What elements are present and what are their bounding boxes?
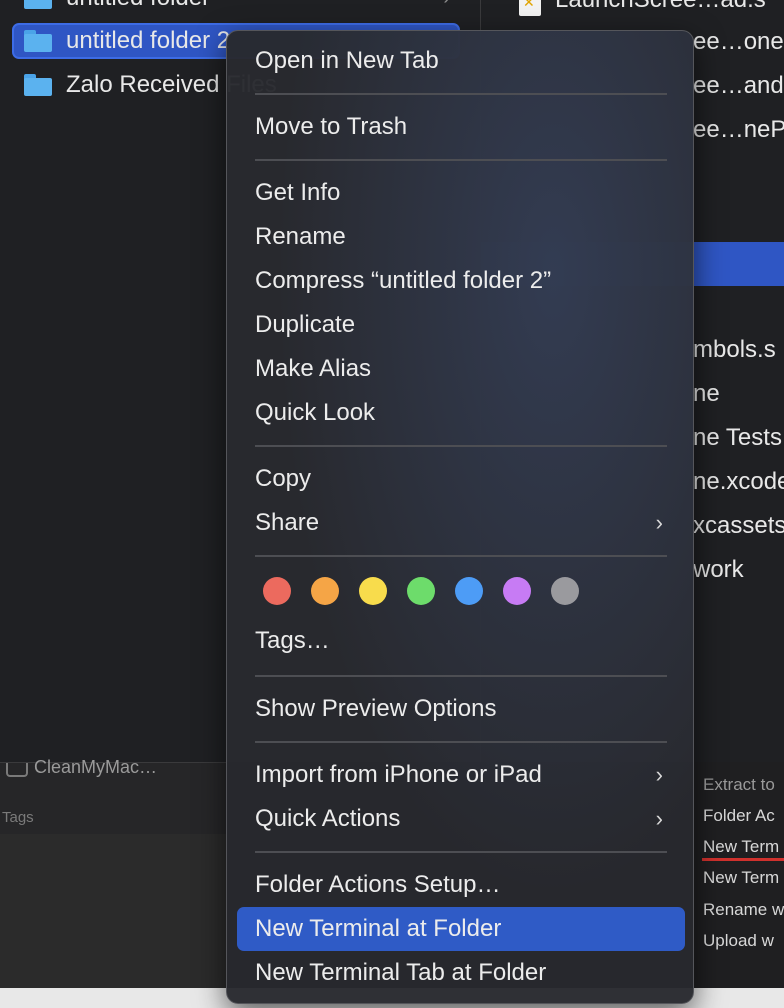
menu-item-quick-actions[interactable]: Quick Actions ›: [237, 797, 685, 841]
menu-item-open-in-new-tab[interactable]: Open in New Tab: [237, 39, 685, 83]
menu-item-get-info[interactable]: Get Info: [237, 171, 685, 215]
tag-color-dot[interactable]: [503, 577, 531, 605]
menu-separator: [255, 445, 667, 447]
menu-item-label: Import from iPhone or iPad: [255, 761, 542, 788]
background-window: [0, 834, 226, 994]
file-row[interactable]: LaunchScree…ad.s: [481, 0, 784, 22]
preview-action-item[interactable]: Extract to: [703, 775, 775, 795]
menu-item-import-from-iphone[interactable]: Import from iPhone or iPad ›: [237, 753, 685, 797]
tag-color-dot[interactable]: [407, 577, 435, 605]
menu-separator: [255, 555, 667, 557]
menu-item-new-terminal-at-folder[interactable]: New Terminal at Folder: [237, 907, 685, 951]
menu-item-new-terminal-tab-at-folder[interactable]: New Terminal Tab at Folder: [237, 951, 685, 995]
menu-item-folder-actions-setup[interactable]: Folder Actions Setup…: [237, 863, 685, 907]
menu-item-share[interactable]: Share ›: [237, 501, 685, 545]
preview-action-item[interactable]: Upload w: [703, 931, 774, 951]
tag-color-dot[interactable]: [311, 577, 339, 605]
tag-color-dot[interactable]: [551, 577, 579, 605]
sidebar-tags-header: Tags: [2, 809, 34, 826]
chevron-right-icon: ›: [655, 762, 663, 787]
finder-sidebar-bottom: CleanMyMac… Tags: [0, 757, 226, 835]
menu-item-show-preview-options[interactable]: Show Preview Options: [237, 687, 685, 731]
tag-color-dot[interactable]: [359, 577, 387, 605]
annotation-underline: [702, 858, 784, 861]
menu-separator: [255, 675, 667, 677]
folder-icon: [24, 74, 52, 96]
tag-color-dot[interactable]: [455, 577, 483, 605]
chevron-right-icon: ›: [655, 806, 663, 831]
menu-item-tags[interactable]: Tags…: [237, 619, 685, 663]
menu-item-copy[interactable]: Copy: [237, 457, 685, 501]
folder-icon: [24, 0, 52, 9]
tag-color-dot[interactable]: [263, 577, 291, 605]
menu-item-duplicate[interactable]: Duplicate: [237, 303, 685, 347]
preview-action-item[interactable]: New Term: [703, 837, 779, 857]
menu-item-label: Quick Actions: [255, 805, 401, 832]
chevron-right-icon: ›: [655, 510, 663, 535]
file-icon: [519, 0, 541, 16]
preview-action-item[interactable]: Folder Ac: [703, 806, 775, 826]
menu-item-label: Share: [255, 509, 320, 536]
preview-action-item[interactable]: Rename w: [703, 900, 784, 920]
menu-separator: [255, 159, 667, 161]
menu-item-move-to-trash[interactable]: Move to Trash: [237, 105, 685, 149]
chevron-right-icon: ›: [443, 0, 450, 10]
menu-separator: [255, 851, 667, 853]
context-menu: Open in New Tab Move to Trash Get Info R…: [226, 30, 694, 1004]
menu-item-rename[interactable]: Rename: [237, 215, 685, 259]
sidebar-item-cleanmymac[interactable]: CleanMyMac…: [34, 757, 157, 778]
preview-quick-actions: Extract to Folder Ac New Term New Term R…: [694, 762, 784, 988]
folder-icon: [24, 30, 52, 52]
menu-item-quick-look[interactable]: Quick Look: [237, 391, 685, 435]
menu-item-compress[interactable]: Compress “untitled folder 2”: [237, 259, 685, 303]
menu-separator: [255, 93, 667, 95]
menu-item-make-alias[interactable]: Make Alias: [237, 347, 685, 391]
menu-separator: [255, 741, 667, 743]
drive-icon: [6, 763, 28, 777]
folder-row[interactable]: untitled folder ›: [12, 0, 460, 16]
preview-action-item[interactable]: New Term: [703, 868, 779, 888]
